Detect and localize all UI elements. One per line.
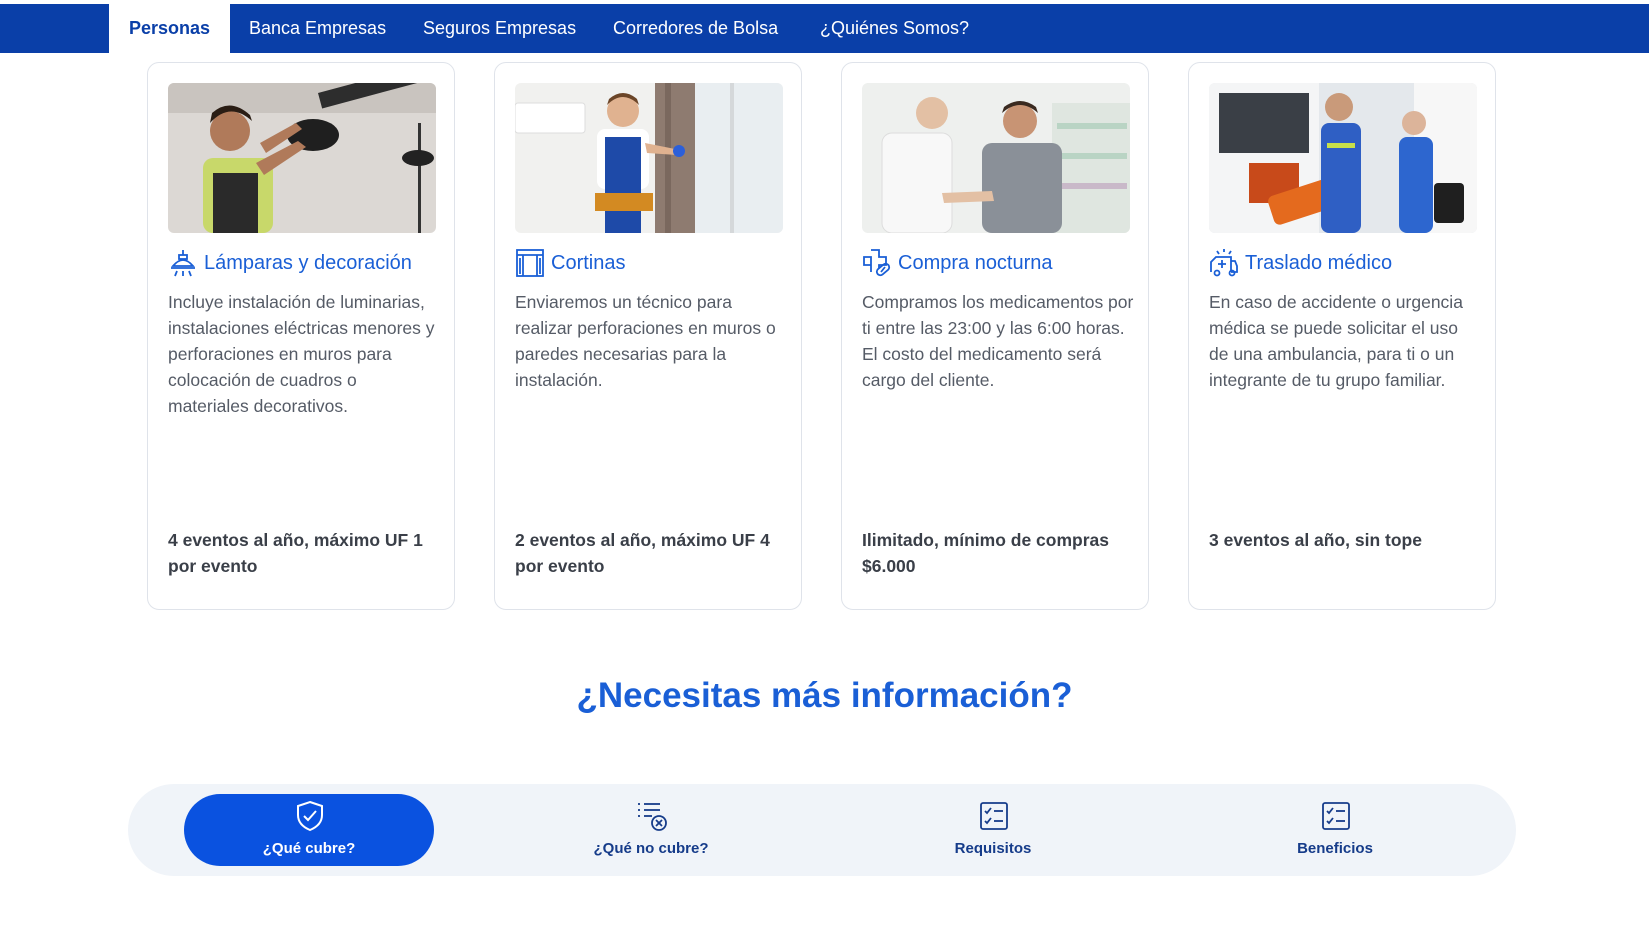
- list-x-icon: [638, 803, 667, 831]
- shield-check-icon: [297, 800, 323, 832]
- top-navigation: Personas Banca Empresas Seguros Empresas…: [0, 4, 1649, 53]
- service-card-traslado-medico: Traslado médico En caso de accidente o u…: [1188, 62, 1496, 610]
- tab-requisitos[interactable]: Requisitos: [868, 794, 1118, 866]
- more-info-heading: ¿Necesitas más información?: [576, 676, 1073, 715]
- tab-label: ¿Qué cubre?: [262, 840, 356, 857]
- card-title: Traslado médico: [1245, 251, 1393, 274]
- card-description: Incluye instalación de luminarias, insta…: [168, 292, 435, 416]
- tab-corredores-de-bolsa[interactable]: Corredores de Bolsa: [593, 4, 798, 53]
- card-limit: Ilimitado, mínimo de compras $6.000: [862, 530, 1109, 576]
- tab-que-no-cubre[interactable]: ¿Qué no cubre?: [526, 794, 776, 866]
- card-limit: 3 eventos al año, sin tope: [1209, 530, 1422, 550]
- card-title: Lámparas y decoración: [204, 251, 412, 274]
- checklist-icon: [1322, 802, 1350, 830]
- service-card-compra-nocturna: Compra nocturna Compramos los medicament…: [841, 62, 1149, 610]
- service-card-cortinas: Cortinas Enviaremos un técnico para real…: [494, 62, 802, 610]
- tab-label: ¿Qué no cubre?: [593, 840, 709, 857]
- ambulance-paramedics-photo: [1209, 83, 1477, 233]
- card-title: Cortinas: [551, 251, 626, 274]
- tab-seguros-empresas[interactable]: Seguros Empresas: [403, 4, 596, 53]
- tab-beneficios[interactable]: Beneficios: [1210, 794, 1460, 866]
- card-title: Compra nocturna: [898, 251, 1053, 274]
- lamp-installation-photo: [168, 83, 436, 233]
- card-description: Compramos los medicamentos por ti entre …: [862, 292, 1134, 390]
- card-limit: 2 eventos al año, máximo UF 4 por evento: [515, 530, 770, 576]
- ambulance-icon: [1210, 249, 1238, 277]
- tab-quienes-somos[interactable]: ¿Quiénes Somos?: [800, 4, 989, 53]
- tab-banca-empresas[interactable]: Banca Empresas: [229, 4, 406, 53]
- card-description: En caso de accidente o urgencia médica s…: [1209, 292, 1463, 390]
- curtain-window-icon: [516, 249, 544, 277]
- tab-label: Beneficios: [1297, 840, 1373, 857]
- tab-label: Requisitos: [954, 840, 1032, 857]
- ceiling-lamp-icon: [171, 250, 195, 277]
- service-card-lamparas: Lámparas y decoración Incluye instalació…: [147, 62, 455, 610]
- card-limit: 4 eventos al año, máximo UF 1 por evento: [168, 530, 423, 576]
- pharmacy-handshake-photo: [862, 83, 1130, 233]
- tab-que-cubre[interactable]: ¿Qué cubre?: [184, 794, 434, 866]
- checklist-icon: [980, 802, 1008, 830]
- tab-personas[interactable]: Personas: [109, 4, 231, 53]
- curtain-technician-photo: [515, 83, 783, 233]
- coverage-tab-bar: ¿Qué cubre? ¿Qué no cubre? Requisitos Be…: [128, 784, 1516, 876]
- card-description: Enviaremos un técnico para realizar perf…: [515, 292, 776, 390]
- medical-cross-pill-icon: [863, 249, 891, 277]
